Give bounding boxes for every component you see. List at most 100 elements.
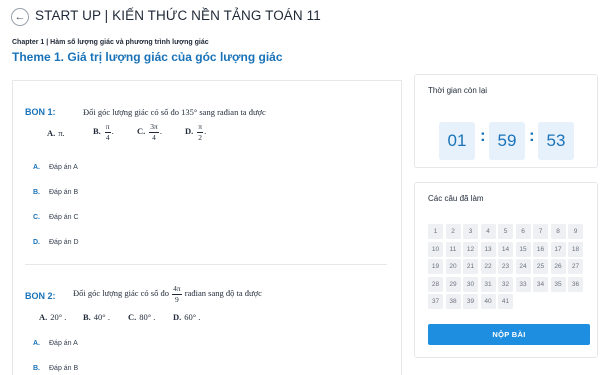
choice-letter: D.	[185, 125, 194, 136]
choice-tail: .	[204, 125, 207, 136]
fraction: π4	[104, 123, 111, 142]
question-number-cell[interactable]: 4	[480, 224, 496, 239]
question-number-cell[interactable]: 37	[428, 294, 443, 309]
answer-text: Đáp án A	[49, 163, 78, 171]
question-number-cell[interactable]: 25	[533, 259, 548, 274]
question-number-cell[interactable]: 16	[533, 241, 548, 257]
question-number-cell[interactable]: 3	[463, 224, 478, 239]
question-number-cell[interactable]: 10	[428, 241, 443, 257]
question-number-cell[interactable]: 24	[515, 259, 531, 274]
choice-letter: B.	[83, 312, 91, 322]
choice-c: C. 80° .	[128, 312, 155, 322]
app-header: ← START UP | KIẾN THỨC NỀN TẢNG TOÁN 11	[0, 0, 600, 34]
fraction: 3π 4	[149, 123, 159, 141]
answer-option-d[interactable]: D. Đáp án D	[33, 235, 79, 249]
question-text: Đổi góc lượng giác có số đo 135° sang ra…	[83, 107, 266, 117]
fraction-denominator: 4	[152, 132, 156, 142]
answer-text: Đáp án D	[49, 238, 79, 246]
question-text-after: rađian sang độ ta được	[184, 287, 262, 298]
choice-letter: C.	[128, 312, 137, 322]
back-button[interactable]: ←	[11, 8, 29, 26]
choice-a: A. π.	[47, 128, 65, 138]
question-number-cell[interactable]: 5	[498, 224, 513, 239]
answer-option-a[interactable]: A. Đáp án A	[33, 336, 78, 350]
breadcrumb: Chapter 1 | Hàm số lượng giác và phương …	[12, 39, 209, 46]
question-number-cell[interactable]: 2	[445, 224, 461, 239]
fraction-numerator: π	[197, 122, 204, 133]
question-number-cell[interactable]: 38	[445, 294, 461, 309]
arrow-left-icon: ←	[14, 10, 26, 23]
question-number-cell[interactable]: 26	[550, 259, 566, 274]
answer-letter: A.	[33, 339, 40, 347]
question-text: Đổi góc lượng giác có số đo 4π 9 rađian s…	[73, 285, 262, 303]
question-number-cell[interactable]: 39	[463, 294, 478, 309]
question-number-cell[interactable]: 34	[533, 276, 548, 292]
question-number-cell[interactable]: 7	[533, 224, 548, 239]
choice-tail: .	[111, 125, 114, 136]
fraction-denominator: 9	[175, 294, 179, 304]
timer-minutes: 59	[489, 122, 525, 160]
choice-letter: A.	[47, 128, 56, 138]
question-number-grid: 1 2 3 4 5 6 7 8 9 10 11 12 13 14 15 16 17 18 19 20 21 22 23 24 2…	[428, 224, 583, 309]
question-number-cell[interactable]: 33	[515, 276, 531, 292]
submit-button[interactable]: NỘP BÀI	[428, 324, 590, 345]
question-label: BON 2:	[25, 291, 56, 301]
fraction-numerator: 3π	[149, 122, 159, 133]
question-number-cell[interactable]: 8	[550, 224, 566, 239]
question-number-cell[interactable]: 12	[463, 241, 478, 257]
question-number-cell[interactable]: 27	[568, 259, 583, 274]
choice-value: π.	[58, 128, 65, 138]
question-number-cell[interactable]: 22	[480, 259, 496, 274]
choice-letter: C.	[137, 125, 146, 136]
question-number-cell[interactable]: 36	[568, 276, 583, 292]
choice-tail: .	[159, 125, 162, 136]
timer-card: Thời gian còn lại 01 : 59 : 53	[414, 74, 598, 168]
fraction: π2	[197, 122, 204, 141]
choice-letter: B.	[93, 125, 101, 136]
answer-option-c[interactable]: C. Đáp án C	[33, 210, 79, 224]
question-number-cell[interactable]: 18	[568, 241, 583, 257]
theme-title: Theme 1. Giá trị lượng giác của góc lượn…	[12, 50, 283, 64]
question-text-before: Đổi góc lượng giác có số đo	[73, 287, 169, 298]
answer-letter: A.	[33, 163, 40, 171]
answered-title: Các câu đã làm	[428, 194, 484, 203]
question-number-cell[interactable]: 14	[498, 241, 513, 257]
question-number-cell[interactable]: 6	[515, 224, 531, 239]
question-panel: BON 1: Đổi góc lượng giác có số đo 135° …	[12, 80, 402, 375]
fraction-denominator: 4	[105, 132, 110, 142]
question-number-cell[interactable]: 31	[480, 276, 496, 292]
choice-letter: D.	[173, 312, 182, 322]
question-number-cell[interactable]: 28	[428, 276, 443, 292]
question-number-cell[interactable]: 13	[480, 241, 496, 257]
question-number-cell[interactable]: 17	[550, 241, 566, 257]
question-number-cell[interactable]: 15	[515, 241, 531, 257]
answer-option-b[interactable]: B. Đáp án B	[33, 361, 78, 375]
choice-b: B. 40° .	[83, 312, 110, 322]
question-number-cell[interactable]: 20	[445, 259, 461, 274]
question-number-cell[interactable]: 1	[428, 224, 443, 239]
choice-letter: A.	[39, 312, 48, 322]
question-number-cell[interactable]: 41	[498, 294, 513, 309]
answer-option-b[interactable]: B. Đáp án B	[33, 185, 78, 199]
question-number-cell[interactable]: 32	[498, 276, 513, 292]
question-number-cell[interactable]: 19	[428, 259, 443, 274]
question-label: BON 1:	[25, 107, 56, 117]
question-number-cell[interactable]: 30	[463, 276, 478, 292]
choice-value: 60° .	[184, 312, 201, 322]
question-number-cell[interactable]: 11	[445, 241, 461, 257]
answer-letter: C.	[33, 213, 40, 221]
question-number-cell[interactable]: 9	[568, 224, 583, 239]
page-title: START UP | KIẾN THỨC NỀN TẢNG TOÁN 11	[35, 8, 321, 23]
fraction: 4π 9	[172, 285, 182, 303]
question-number-cell[interactable]: 40	[480, 294, 496, 309]
answer-letter: B.	[33, 364, 40, 372]
answer-letter: D.	[33, 238, 40, 246]
question-number-cell[interactable]: 29	[445, 276, 461, 292]
timer-separator: :	[480, 126, 486, 145]
question-number-cell[interactable]: 23	[498, 259, 513, 274]
timer-seconds: 53	[538, 122, 574, 160]
question-number-cell[interactable]: 35	[550, 276, 566, 292]
question-number-cell[interactable]: 21	[463, 259, 478, 274]
choice-a: A. 20° .	[39, 312, 66, 322]
answer-option-a[interactable]: A. Đáp án A	[33, 160, 78, 174]
